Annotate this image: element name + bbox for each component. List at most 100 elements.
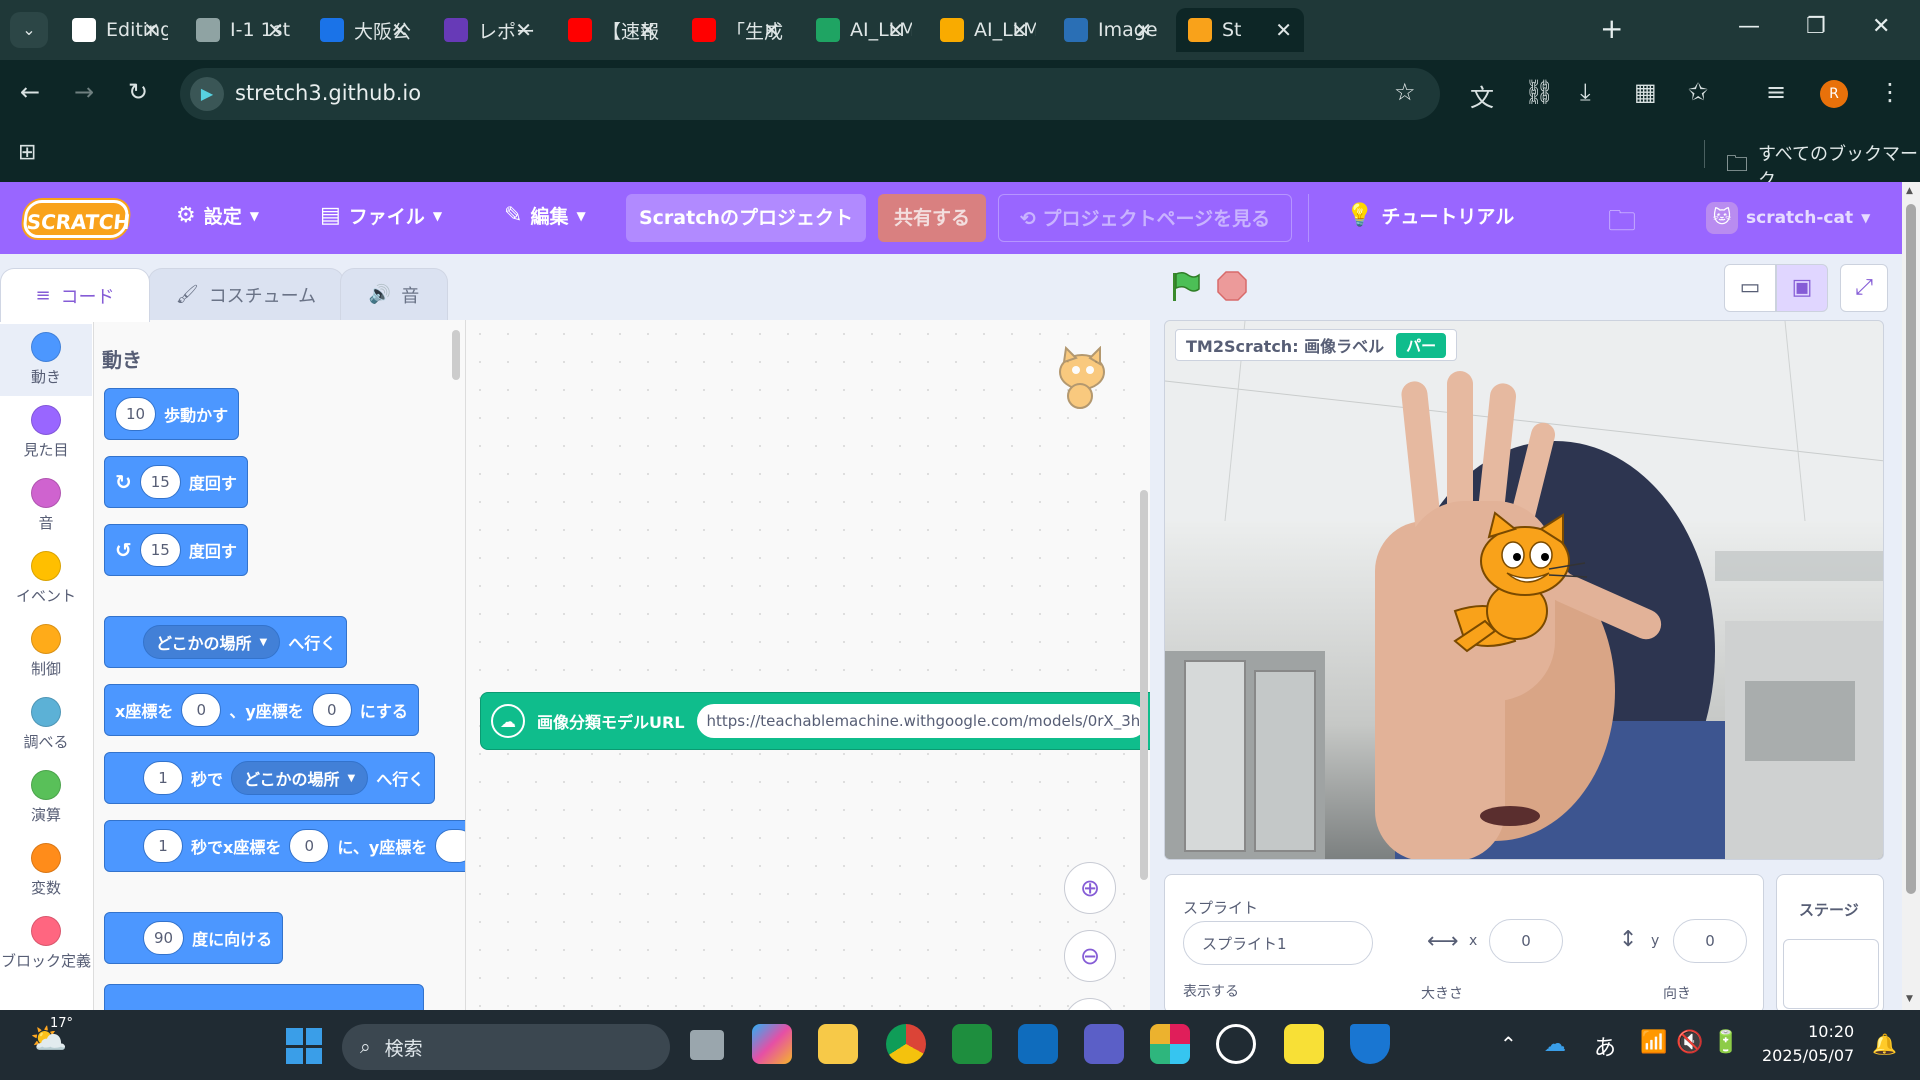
- forward-icon[interactable]: →: [74, 78, 94, 106]
- link-icon[interactable]: ⛓: [1524, 78, 1554, 106]
- teams-icon[interactable]: [1084, 1024, 1124, 1064]
- zoom-out-button[interactable]: ⊖: [1064, 930, 1116, 982]
- category-7[interactable]: 演算: [0, 762, 92, 834]
- glide-y-input[interactable]: [435, 829, 465, 863]
- goto-xy-block[interactable]: x座標を 0 、y座標を 0 にする: [104, 684, 419, 736]
- turn-right-degrees-input[interactable]: 15: [139, 465, 181, 499]
- close-tab-icon[interactable]: ✕: [639, 18, 656, 42]
- volume-muted-icon[interactable]: 🔇: [1676, 1030, 1703, 1055]
- close-tab-icon[interactable]: ✕: [763, 18, 780, 42]
- share-button[interactable]: 共有する: [878, 194, 986, 242]
- battery-icon[interactable]: 🔋: [1712, 1030, 1739, 1055]
- favorites-icon[interactable]: ✩: [1688, 78, 1708, 106]
- settings-menu[interactable]: ⚙ 設定 ▼: [176, 202, 259, 229]
- bookmark-star-icon[interactable]: ☆: [1394, 78, 1416, 106]
- steps-input[interactable]: 10: [115, 397, 157, 431]
- account-menu[interactable]: 🐱 scratch-cat ▼: [1706, 202, 1870, 234]
- reload-icon[interactable]: ↻: [128, 78, 148, 106]
- category-2[interactable]: 見た目: [0, 397, 92, 469]
- sticky-notes-icon[interactable]: [1284, 1024, 1324, 1064]
- profile-avatar[interactable]: R: [1820, 80, 1848, 108]
- fullscreen-icon[interactable]: ⤢: [1840, 264, 1888, 312]
- restore-icon[interactable]: ❐: [1806, 14, 1826, 39]
- browser-tab[interactable]: Image ✕: [1052, 8, 1164, 52]
- download-icon[interactable]: ⤓: [1580, 78, 1591, 106]
- close-tab-icon[interactable]: ✕: [1011, 18, 1028, 42]
- taskbar-search-box[interactable]: ⌕ 検索: [342, 1024, 670, 1070]
- security-shield-icon[interactable]: [1350, 1024, 1390, 1064]
- menu-kebab-icon[interactable]: ⋮: [1878, 78, 1902, 106]
- large-stage-button[interactable]: ▣: [1776, 264, 1828, 312]
- category-5[interactable]: 制御: [0, 616, 92, 688]
- glide-xy-block[interactable]: 1 秒でx座標を 0 に、y座標を: [104, 820, 465, 872]
- see-project-page-button[interactable]: ⟲ プロジェクトページを見る: [998, 194, 1292, 242]
- glide-target-dropdown[interactable]: どこかの場所 ▼: [231, 761, 369, 795]
- tutorials-button[interactable]: 💡 チュートリアル: [1346, 202, 1514, 229]
- model-url-input[interactable]: https://teachablemachine.withgoogle.com/…: [696, 704, 1147, 738]
- goto-x-input[interactable]: 0: [181, 693, 222, 727]
- tab-costumes[interactable]: 🖌 コスチューム: [148, 268, 344, 320]
- slack-icon[interactable]: [1150, 1024, 1190, 1064]
- page-scrollbar-thumb[interactable]: [1906, 204, 1916, 894]
- small-stage-button[interactable]: ▭: [1724, 264, 1776, 312]
- onedrive-icon[interactable]: ☁: [1544, 1032, 1566, 1057]
- code-workspace[interactable]: ☁ 画像分類モデルURL https://teachablemachine.wi…: [466, 320, 1150, 1010]
- zoom-reset-button[interactable]: =: [1064, 998, 1116, 1010]
- browser-tab[interactable]: St ✕: [1176, 8, 1304, 52]
- page-scrollbar[interactable]: ▲ ▼: [1902, 182, 1920, 1010]
- goto-target-dropdown[interactable]: どこかの場所 ▼: [143, 625, 281, 659]
- category-8[interactable]: 変数: [0, 835, 92, 907]
- browser-tab[interactable]: I-1 1st ✕: [184, 8, 296, 52]
- translate-icon[interactable]: 文: [1470, 78, 1494, 113]
- goto-block[interactable]: どこかの場所 ▼ へ行く: [104, 616, 348, 668]
- address-bar[interactable]: ▶ stretch3.github.io ☆: [180, 68, 1440, 120]
- scroll-up-icon[interactable]: ▲: [1906, 186, 1913, 196]
- close-tab-icon[interactable]: ✕: [1275, 18, 1292, 42]
- close-tab-icon[interactable]: ✕: [391, 18, 408, 42]
- browser-tab[interactable]: AI_LLM ✕: [928, 8, 1040, 52]
- scroll-down-icon[interactable]: ▼: [1906, 994, 1913, 1004]
- browser-tab[interactable]: レポート✕: [432, 8, 544, 52]
- scratch-logo[interactable]: SCRATCH: [22, 200, 131, 238]
- stage-selector-pane[interactable]: ステージ: [1776, 874, 1884, 1014]
- move-steps-block[interactable]: 10 歩動かす: [104, 388, 240, 440]
- browser-tab[interactable]: Editing ✕: [60, 8, 172, 52]
- sprite-name-input[interactable]: スプライト1: [1183, 921, 1373, 965]
- scratch-cat-sprite[interactable]: [1445, 511, 1595, 661]
- zoom-in-button[interactable]: ⊕: [1064, 862, 1116, 914]
- glide-to-block[interactable]: 1 秒で どこかの場所 ▼ へ行く: [104, 752, 436, 804]
- edit-menu[interactable]: ✎ 編集 ▼: [504, 202, 586, 229]
- close-tab-icon[interactable]: ✕: [515, 18, 532, 42]
- clock[interactable]: 10:20 2025/05/07: [1762, 1020, 1854, 1068]
- close-tab-icon[interactable]: ✕: [267, 18, 284, 42]
- category-4[interactable]: イベント: [0, 543, 92, 615]
- label-monitor[interactable]: TM2Scratch: 画像ラベル パー: [1175, 329, 1458, 361]
- ime-indicator[interactable]: あ: [1594, 1030, 1616, 1062]
- turn-left-degrees-input[interactable]: 15: [139, 533, 181, 567]
- browser-tab[interactable]: AI_LLM ✕: [804, 8, 916, 52]
- browser-tab[interactable]: 大阪公 ✕: [308, 8, 420, 52]
- y-position-input[interactable]: 0: [1673, 919, 1747, 963]
- green-flag-icon[interactable]: [1168, 270, 1202, 304]
- back-icon[interactable]: ←: [20, 78, 40, 106]
- chrome-icon[interactable]: [886, 1024, 926, 1064]
- close-tab-icon[interactable]: ✕: [887, 18, 904, 42]
- workspace-scrollbar[interactable]: [1140, 490, 1148, 880]
- close-tab-icon[interactable]: ✕: [1135, 18, 1152, 42]
- browser-tab[interactable]: 【速報 ✕: [556, 8, 668, 52]
- x-position-input[interactable]: 0: [1489, 919, 1563, 963]
- layout-icon[interactable]: ▦: [1634, 78, 1657, 106]
- stop-icon[interactable]: [1216, 270, 1248, 302]
- tab-code[interactable]: ≡ コード: [0, 268, 150, 322]
- point-towards-block[interactable]: [104, 984, 424, 1010]
- my-stuff-folder-icon[interactable]: 🗀: [1608, 200, 1636, 248]
- weather-widget[interactable]: ⛅ 17°: [30, 1016, 76, 1057]
- site-info-icon[interactable]: ▶: [190, 77, 224, 111]
- direction-input[interactable]: 90: [143, 921, 185, 955]
- turn-left-block[interactable]: ↺ 15 度回す: [104, 524, 248, 576]
- glide-secs-input[interactable]: 1: [143, 761, 183, 795]
- close-window-icon[interactable]: ✕: [1872, 14, 1890, 39]
- tab-sounds[interactable]: 🔊 音: [340, 268, 448, 320]
- file-explorer-icon[interactable]: [818, 1024, 858, 1064]
- category-9[interactable]: ブロック定義: [0, 908, 92, 980]
